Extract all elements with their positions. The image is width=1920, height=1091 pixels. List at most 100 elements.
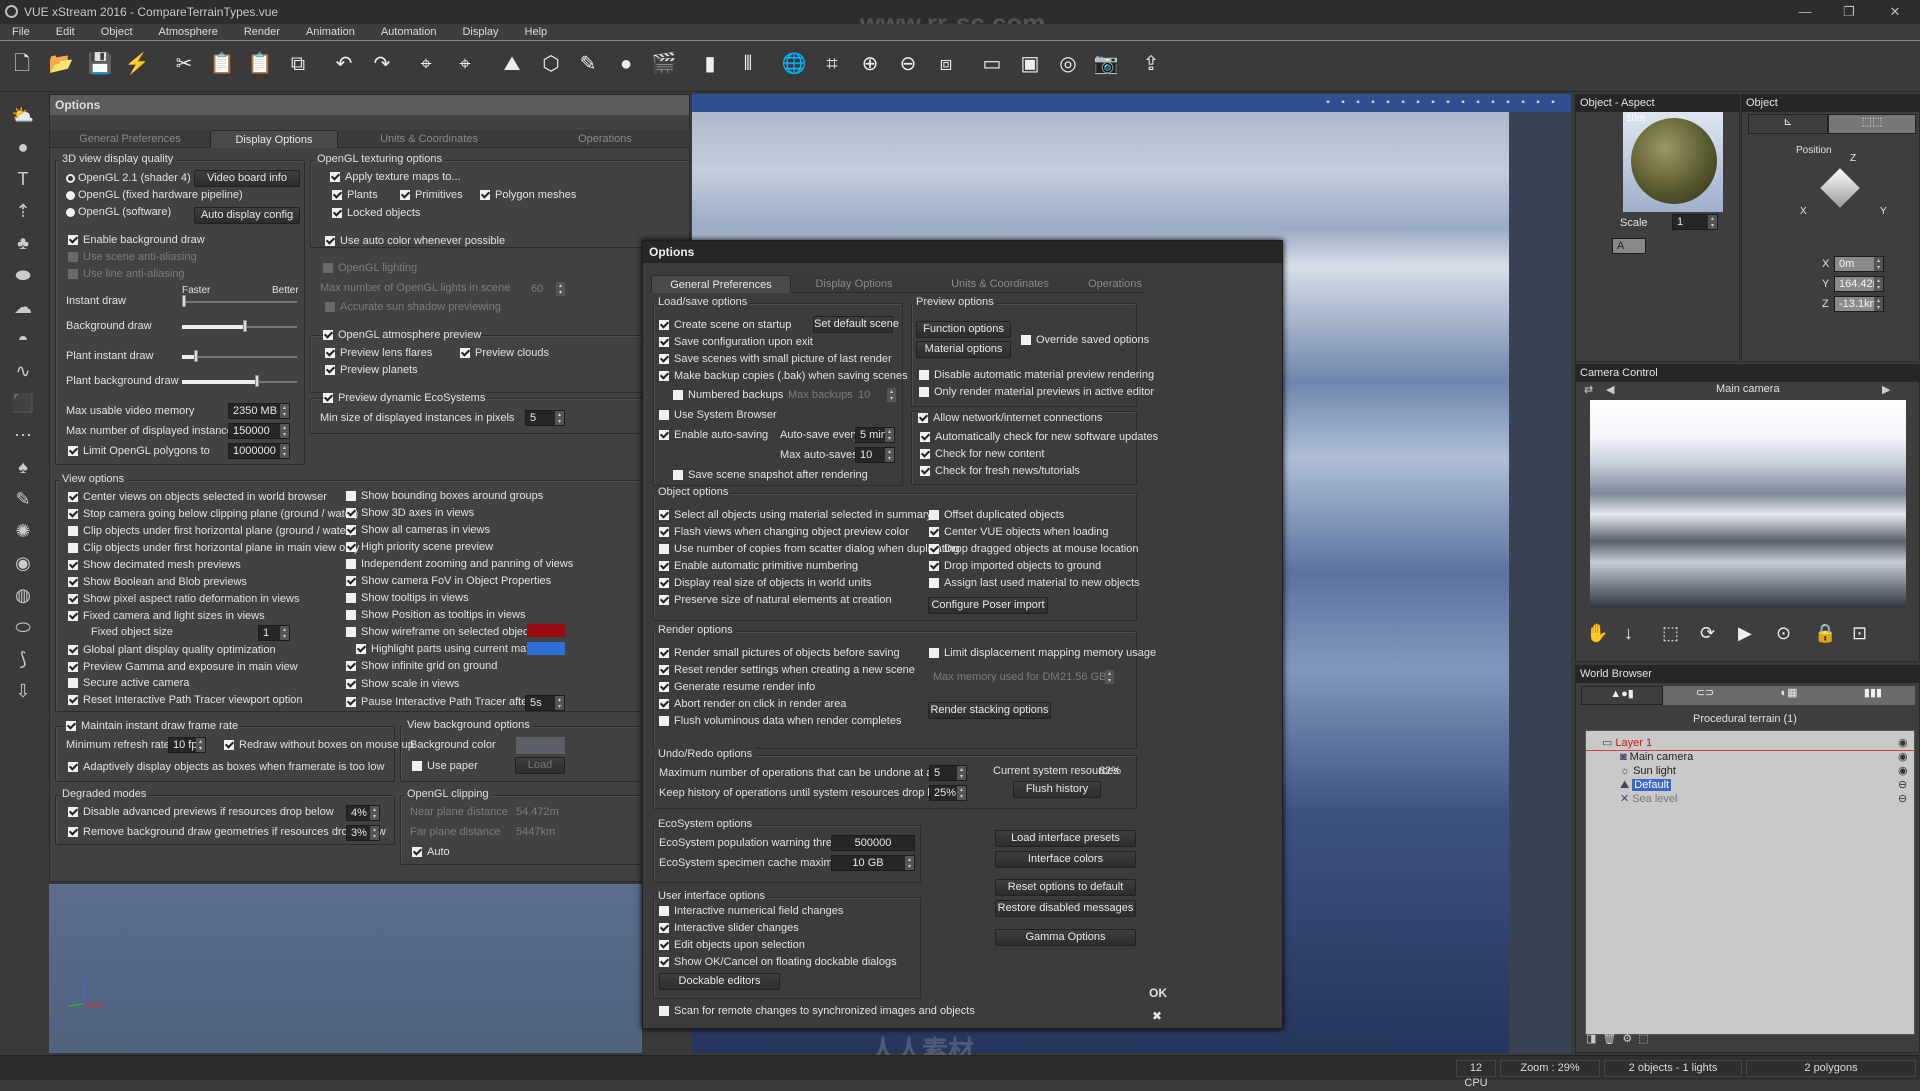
flush-history-button[interactable]: Flush history [1013,781,1101,798]
dialog-tab-operations[interactable]: Operations [1085,275,1145,293]
ui-option-checkbox[interactable]: Interactive slider changes [659,921,799,935]
checkbox-icon[interactable] [460,348,470,358]
tab-hierarchy-icon[interactable]: ⬚⬚ [1828,114,1916,134]
checkbox-icon[interactable] [919,387,929,397]
checkbox-icon[interactable] [346,593,356,603]
checkbox-icon[interactable] [659,337,669,347]
checkbox-icon[interactable] [659,682,669,692]
checkbox-icon[interactable] [400,190,410,200]
close-button[interactable]: ✕ [1880,2,1910,22]
checkbox-icon[interactable] [68,269,78,279]
checkbox-icon[interactable] [346,491,356,501]
highlight-color-swatch[interactable] [527,642,565,655]
checkbox-icon[interactable] [412,761,422,771]
checkbox-icon[interactable] [323,263,333,273]
new-layer-icon[interactable]: ◨ [1586,1033,1602,1045]
checkbox-icon[interactable] [659,923,669,933]
max-auto-saves-field[interactable]: 10 [855,447,895,463]
texture-view-icon[interactable]: ▪ [1427,97,1439,109]
numbered-backups-checkbox[interactable]: Numbered backups [673,388,783,402]
checkbox-icon[interactable] [659,527,669,537]
materials-icon[interactable]: ● [612,50,640,78]
checkbox-icon[interactable] [920,466,930,476]
view-option-checkbox[interactable]: Fixed camera and light sizes in views [68,609,265,623]
checkbox-icon[interactable] [659,665,669,675]
export-icon[interactable]: ⇪ [1137,50,1165,78]
view-option-checkbox[interactable]: Center views on objects selected in worl… [68,490,327,504]
checkbox-icon[interactable] [68,492,78,502]
limit-polygons-checkbox[interactable]: Limit OpenGL polygons to [68,444,210,458]
checkbox-icon[interactable] [659,544,669,554]
quality-slider[interactable] [182,375,297,387]
view-option-checkbox[interactable]: Show decimated mesh previews [68,558,241,572]
quality-checkbox[interactable]: Enable background draw [68,233,205,247]
visibility-eye-icon[interactable]: ◉ [1898,765,1908,778]
checkbox-icon[interactable] [920,449,930,459]
maintain-frame-rate-checkbox[interactable]: Maintain instant draw frame rate [66,719,239,733]
atm-view-icon[interactable]: ▪ [1457,97,1469,109]
view-option-checkbox[interactable]: Clip objects under first horizontal plan… [68,524,353,538]
object-option-checkbox[interactable]: Drop imported objects to ground [929,559,1101,573]
spot-tool-icon[interactable]: ◉ [10,550,36,576]
checkbox-icon[interactable] [1021,335,1031,345]
tab-links-icon[interactable]: ⊂⊃ [1663,686,1747,705]
checkbox-icon[interactable] [224,740,234,750]
checkbox-icon[interactable] [68,543,78,553]
checkbox-icon[interactable] [68,235,78,245]
view-option-checkbox[interactable]: Show Position as tooltips in views [346,608,525,622]
render-option-checkbox[interactable]: Reset render settings when creating a ne… [659,663,915,677]
maximize-view-icon[interactable]: ▪ [1532,97,1544,109]
view-option-checkbox[interactable]: Global plant display quality optimizatio… [68,643,276,657]
cut-icon[interactable]: ✂ [170,50,198,78]
tab-display-options[interactable]: Display Options [210,130,338,148]
grid-icon[interactable]: ⌗ [818,50,846,78]
layer-view-icon[interactable]: ▪ [1487,97,1499,109]
object-option-checkbox[interactable]: Select all objects using material select… [659,508,932,522]
new-file-icon[interactable]: 🗋 [8,50,36,78]
lock-icon[interactable]: ⊖ [1898,793,1907,806]
scan-remote-checkbox[interactable]: Scan for remote changes to synchronized … [659,1004,975,1018]
checkbox-icon[interactable] [68,661,78,672]
checkbox-icon[interactable] [68,577,78,587]
object-option-checkbox[interactable]: Flash views when changing object preview… [659,525,909,539]
fixed-object-size-field[interactable]: 1 [258,625,290,641]
tree-item[interactable]: ☼ Sun light [1620,765,1676,778]
polygon-meshes-checkbox[interactable]: Polygon meshes [480,188,576,202]
checkbox-icon[interactable] [659,561,669,571]
path-view-icon[interactable]: ▪ [1502,97,1514,109]
view-option-checkbox[interactable]: Preview Gamma and exposure in main view [68,660,298,674]
radio-option[interactable]: OpenGL (software) [66,205,171,219]
checkbox-icon[interactable] [68,446,78,456]
network-checkbox[interactable]: Automatically check for new software upd… [920,430,1158,444]
load-save-checkbox[interactable]: Create scene on startup [659,318,791,332]
position-z-field[interactable]: -13.1km [1834,296,1884,312]
tab-layers-icon[interactable]: ▮▮▮ [1831,686,1915,705]
grid-view-icon[interactable]: ▪ [1352,97,1364,109]
checkbox-icon[interactable] [659,906,669,916]
play-icon[interactable]: ▶ [1738,624,1752,642]
tree-item[interactable]: ▭ Layer 1 [1602,737,1652,750]
auto-saving-checkbox[interactable]: Enable auto-saving [659,428,768,442]
system-browser-checkbox[interactable]: Use System Browser [659,408,777,422]
checkbox-icon[interactable] [659,320,669,330]
cylinder-tool-icon[interactable]: ⬭ [10,614,36,640]
menu-display[interactable]: Display [462,24,498,40]
snapshot-camera-icon[interactable]: ⊡ [1852,624,1867,642]
checkbox-icon[interactable] [332,208,342,218]
load-interface-presets-button[interactable]: Load interface presets [995,830,1136,847]
limit-dm-checkbox[interactable]: Limit displacement mapping memory usage [929,646,1156,660]
snapshot-checkbox[interactable]: Save scene snapshot after rendering [673,468,868,482]
auto-display-config-button[interactable]: Auto display config [194,207,300,224]
view-option-checkbox[interactable]: Independent zooming and panning of views [346,557,573,571]
checkbox-icon[interactable] [346,679,356,689]
quality-slider[interactable] [182,350,297,362]
eco-cache-field[interactable]: 10 GB [831,855,915,871]
checkbox-icon[interactable] [929,648,939,658]
tree-item[interactable]: ⛰ Default [1620,779,1672,792]
menu-object[interactable]: Object [101,24,133,40]
align-icon[interactable]: ▮ [696,50,724,78]
zoom-view-icon[interactable]: ▪ [1367,97,1379,109]
override-saved-options-checkbox[interactable]: Override saved options [1021,333,1149,347]
tab-objects-icon[interactable]: ▲●▮ [1581,686,1663,705]
checkbox-icon[interactable] [659,940,669,950]
